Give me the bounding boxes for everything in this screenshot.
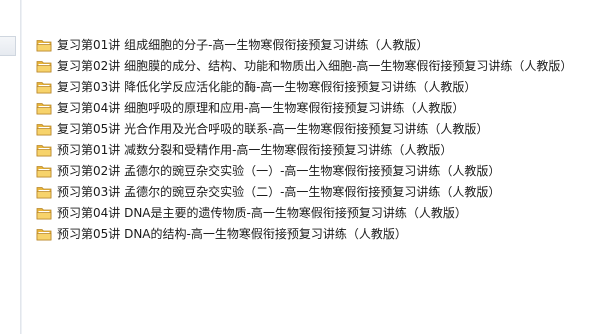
folder-icon: [36, 123, 52, 135]
folder-icon: [36, 207, 52, 219]
folder-item[interactable]: 复习第01讲 组成细胞的分子-高一生物寒假衔接预复习讲练（人教版）: [36, 34, 572, 55]
folder-icon: [36, 186, 52, 198]
folder-item[interactable]: 复习第03讲 降低化学反应活化能的酶-高一生物寒假衔接预复习讲练（人教版）: [36, 76, 572, 97]
folder-item[interactable]: 复习第05讲 光合作用及光合呼吸的联系-高一生物寒假衔接预复习讲练（人教版）: [36, 118, 572, 139]
folder-name: 预习第05讲 DNA的结构-高一生物寒假衔接预复习讲练（人教版）: [57, 226, 407, 241]
folder-icon: [36, 144, 52, 156]
folder-name: 复习第04讲 细胞呼吸的原理和应用-高一生物寒假衔接预复习讲练（人教版）: [57, 100, 465, 115]
folder-item[interactable]: 预习第03讲 孟德尔的豌豆杂交实验（二）-高一生物寒假衔接预复习讲练（人教版）: [36, 181, 572, 202]
folder-item[interactable]: 复习第04讲 细胞呼吸的原理和应用-高一生物寒假衔接预复习讲练（人教版）: [36, 97, 572, 118]
folder-icon: [36, 39, 52, 51]
file-list: 复习第01讲 组成细胞的分子-高一生物寒假衔接预复习讲练（人教版） 复习第02讲…: [36, 34, 572, 244]
folder-name: 复习第02讲 细胞膜的成分、结构、功能和物质出入细胞-高一生物寒假衔接预复习讲练…: [57, 58, 573, 73]
folder-icon: [36, 165, 52, 177]
folder-item[interactable]: 预习第02讲 孟德尔的豌豆杂交实验（一）-高一生物寒假衔接预复习讲练（人教版）: [36, 160, 572, 181]
folder-name: 预习第01讲 减数分裂和受精作用-高一生物寒假衔接预复习讲练（人教版）: [57, 142, 453, 157]
folder-item[interactable]: 预习第04讲 DNA是主要的遗传物质-高一生物寒假衔接预复习讲练（人教版）: [36, 202, 572, 223]
folder-icon: [36, 81, 52, 93]
folder-item[interactable]: 复习第02讲 细胞膜的成分、结构、功能和物质出入细胞-高一生物寒假衔接预复习讲练…: [36, 55, 572, 76]
folder-name: 复习第05讲 光合作用及光合呼吸的联系-高一生物寒假衔接预复习讲练（人教版）: [57, 121, 489, 136]
folder-name: 预习第02讲 孟德尔的豌豆杂交实验（一）-高一生物寒假衔接预复习讲练（人教版）: [57, 163, 501, 178]
pane-splitter[interactable]: [20, 0, 22, 334]
folder-item[interactable]: 预习第01讲 减数分裂和受精作用-高一生物寒假衔接预复习讲练（人教版）: [36, 139, 572, 160]
folder-icon: [36, 228, 52, 240]
navigation-pane-tab[interactable]: [0, 36, 16, 56]
file-explorer-window: 复习第01讲 组成细胞的分子-高一生物寒假衔接预复习讲练（人教版） 复习第02讲…: [0, 0, 596, 334]
folder-name: 复习第01讲 组成细胞的分子-高一生物寒假衔接预复习讲练（人教版）: [57, 37, 429, 52]
folder-item[interactable]: 预习第05讲 DNA的结构-高一生物寒假衔接预复习讲练（人教版）: [36, 223, 572, 244]
folder-name: 复习第03讲 降低化学反应活化能的酶-高一生物寒假衔接预复习讲练（人教版）: [57, 79, 477, 94]
navigation-pane: [0, 0, 20, 334]
folder-icon: [36, 60, 52, 72]
folder-name: 预习第03讲 孟德尔的豌豆杂交实验（二）-高一生物寒假衔接预复习讲练（人教版）: [57, 184, 501, 199]
folder-name: 预习第04讲 DNA是主要的遗传物质-高一生物寒假衔接预复习讲练（人教版）: [57, 205, 467, 220]
folder-icon: [36, 102, 52, 114]
